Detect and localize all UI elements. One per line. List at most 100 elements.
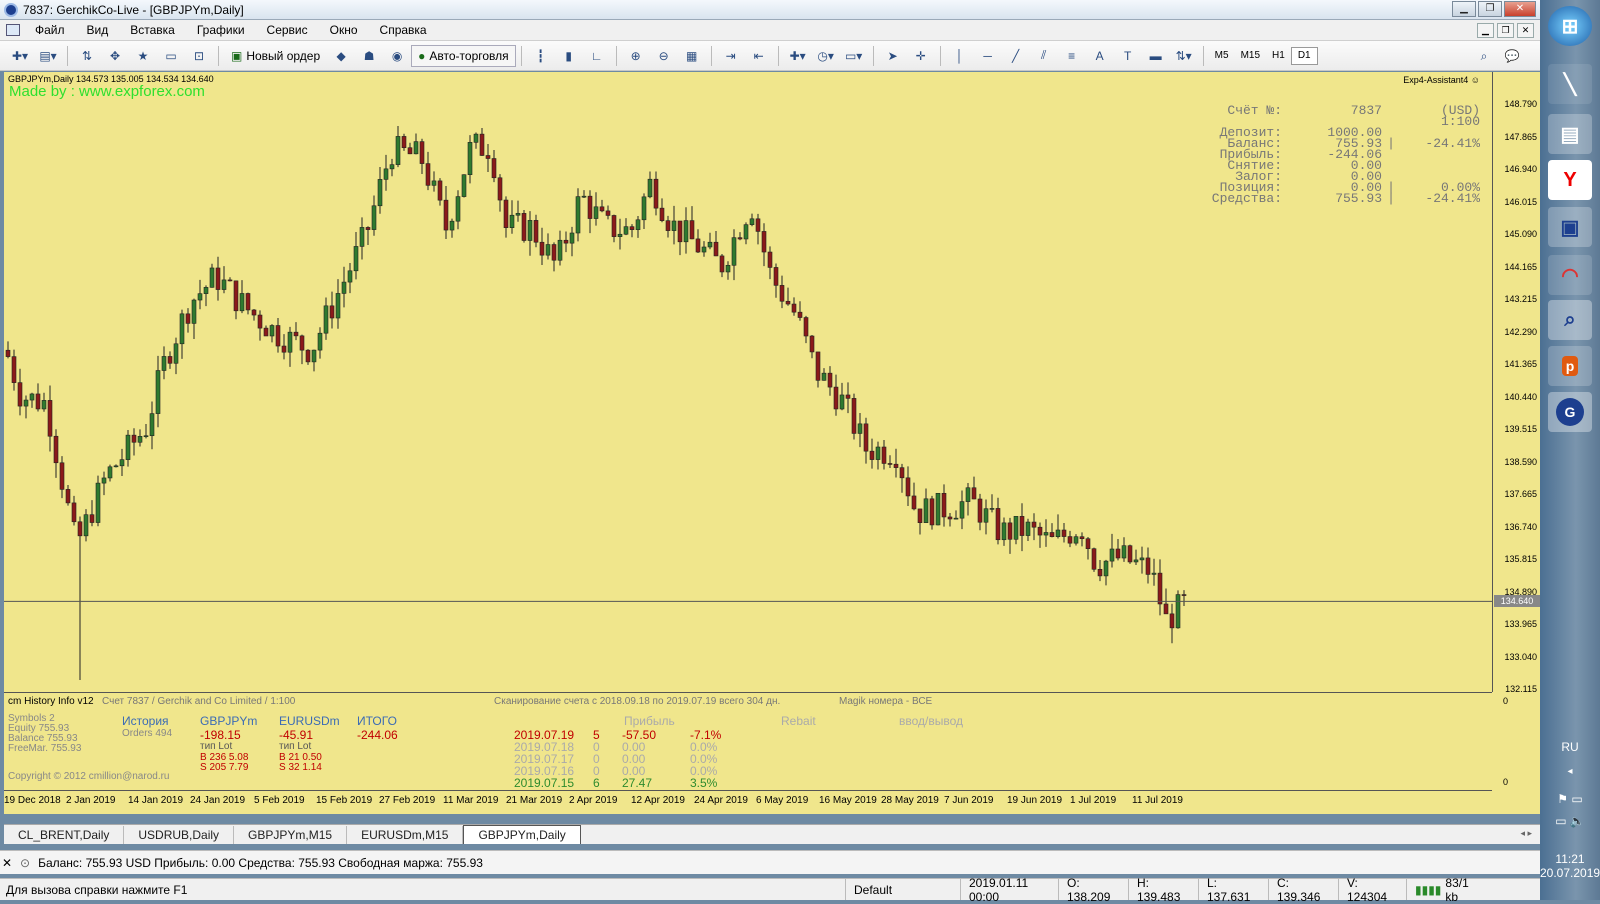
menu-tools[interactable]: Сервис [256,23,319,37]
tool-icon[interactable]: ╲ [1548,64,1592,104]
tf-m5[interactable]: M5 [1209,50,1235,61]
tab-usdrub-daily[interactable]: USDRUB,Daily [124,826,235,844]
candle-body [623,226,629,235]
indicators-icon[interactable]: ✚▾ [787,45,809,67]
start-button-icon[interactable]: ⊞ [1548,6,1592,46]
auto-scroll-icon[interactable]: ⇥ [720,45,742,67]
menu-charts[interactable]: Графики [186,23,256,37]
tray-volume-icon[interactable]: ▭ 🔈 [1540,814,1600,828]
navigator-icon[interactable]: ★ [132,45,154,67]
minimize-button[interactable]: ▁ [1452,1,1476,17]
yandex-browser-icon[interactable]: Y [1548,160,1592,200]
new-order-button[interactable]: ▣ Новый ордер [224,45,327,67]
label-icon[interactable]: ▬ [1145,45,1167,67]
cursor-icon[interactable]: ➤ [882,45,904,67]
menu-file[interactable]: Файл [24,23,76,37]
trendline-icon[interactable]: ╱ [1005,45,1027,67]
candle-body [839,394,845,410]
account-p: -24.41% [1425,136,1480,151]
tab-cl-brent-daily[interactable]: CL_BRENT,Daily [4,826,125,844]
chat-icon[interactable]: 💬 [1501,45,1523,67]
price-tick: 144.165 [1504,261,1537,272]
candlestick-icon[interactable]: ▮ [558,45,580,67]
folder-icon[interactable]: ▤ [1548,114,1592,154]
periods-icon[interactable]: ◷▾ [815,45,837,67]
candle-body [947,516,953,520]
current-price-label: 134.640 [1494,595,1540,608]
candle-body [821,372,827,381]
copyright: Copyright © 2012 cmillion@narod.ru [8,771,170,782]
line-chart-icon[interactable]: ∟ [586,45,608,67]
zoom-out-icon[interactable]: ⊖ [653,45,675,67]
candle-body [137,436,143,443]
mdi-restore-button[interactable]: ❐ [1497,23,1514,38]
tab-scroll-arrows[interactable]: ◂ ▸ [1520,828,1532,839]
price-tick: 146.015 [1504,196,1537,207]
tile-windows-icon[interactable]: ▦ [681,45,703,67]
horizontal-line-icon[interactable]: ─ [977,45,999,67]
text-label-icon[interactable]: T [1117,45,1139,67]
profiles-icon[interactable]: ▤▾ [37,45,59,67]
data-window-icon[interactable]: ✥ [104,45,126,67]
tray-expand-icon[interactable]: ◂ [1540,766,1600,777]
new-chart-icon[interactable]: ✚▾ [9,45,31,67]
mdi-close-button[interactable]: ✕ [1517,23,1534,38]
stats-block: Symbols 2 Equity 755.93 Balance 755.93 F… [8,714,81,754]
vertical-line-icon[interactable]: │ [949,45,971,67]
maximize-button[interactable]: ❐ [1478,1,1502,17]
metatrader-icon[interactable]: G [1548,392,1592,432]
search-icon[interactable]: ⌕ [1473,45,1495,67]
save-icon[interactable]: ▣ [1548,207,1592,247]
menu-help[interactable]: Справка [369,23,438,37]
bar-chart-icon[interactable]: ┇ [530,45,552,67]
language-indicator[interactable]: RU [1540,740,1600,754]
meta-editor-icon[interactable]: ◆ [330,45,352,67]
tab-gbpjpym-daily[interactable]: GBPJPYm,Daily [463,825,581,844]
candle-body [827,372,833,388]
tf-d1[interactable]: D1 [1290,46,1318,65]
autotrade-button[interactable]: ● Авто-торговля [411,44,516,67]
zoom-in-icon[interactable]: ⊕ [625,45,647,67]
tray-flag-icon[interactable]: ⚑ ▭ [1540,792,1600,806]
menu-window[interactable]: Окно [319,23,369,37]
profile-name[interactable]: Default [845,879,960,900]
symbol-profit: -244.06 [357,728,398,742]
candle-body [65,489,71,504]
signals-icon[interactable]: ☗ [358,45,380,67]
arrows-icon[interactable]: ⇅▾ [1173,45,1195,67]
templates-icon[interactable]: ▭▾ [843,45,865,67]
crosshair-icon[interactable]: ✛ [910,45,932,67]
market-watch-icon[interactable]: ⇅ [76,45,98,67]
candle-body [59,462,65,490]
tf-m15[interactable]: M15 [1235,50,1266,61]
tab-gbpjpym-m15[interactable]: GBPJPYm,M15 [234,826,348,844]
chart-window[interactable]: GBPJPYm,Daily 134.573 135.005 134.534 13… [4,72,1540,814]
document-icon[interactable] [6,24,20,36]
price-axis[interactable]: 148.790 147.865 146.940 146.015 145.090 144.1… [1492,72,1540,694]
terminal-icon[interactable]: ▭ [160,45,182,67]
text-icon[interactable]: A [1089,45,1111,67]
close-button[interactable]: ✕ [1504,1,1536,17]
chart-shift-icon[interactable]: ⇤ [748,45,770,67]
chart-app-icon[interactable]: ◠ [1548,255,1592,295]
tab-eurusdm-m15[interactable]: EURUSDm,M15 [347,826,464,844]
terminal-close-icon[interactable]: ✕ [0,856,14,870]
equidistant-channel-icon[interactable]: ⫽ [1033,45,1055,67]
date-tick: 2 Jan 2019 [66,795,116,806]
market-icon[interactable]: ◉ [386,45,408,67]
tf-h1[interactable]: H1 [1266,50,1291,61]
office-app-icon[interactable]: p [1548,346,1592,386]
candle-body [755,218,761,232]
strategy-tester-icon[interactable]: ⊡ [188,45,210,67]
symbol-name: ИТОГО [357,714,397,728]
menu-insert[interactable]: Вставка [119,23,186,37]
candle-body [1061,529,1067,537]
mdi-minimize-button[interactable]: ▁ [1477,23,1494,38]
search-app-icon[interactable]: ⌕ [1548,300,1592,340]
system-clock[interactable]: 11:21 20.07.2019 [1540,852,1600,880]
candle-body [635,219,641,230]
fibonacci-icon[interactable]: ≡ [1061,45,1083,67]
candle-body [419,141,425,164]
menu-view[interactable]: Вид [76,23,120,37]
candle-body [1085,538,1091,550]
